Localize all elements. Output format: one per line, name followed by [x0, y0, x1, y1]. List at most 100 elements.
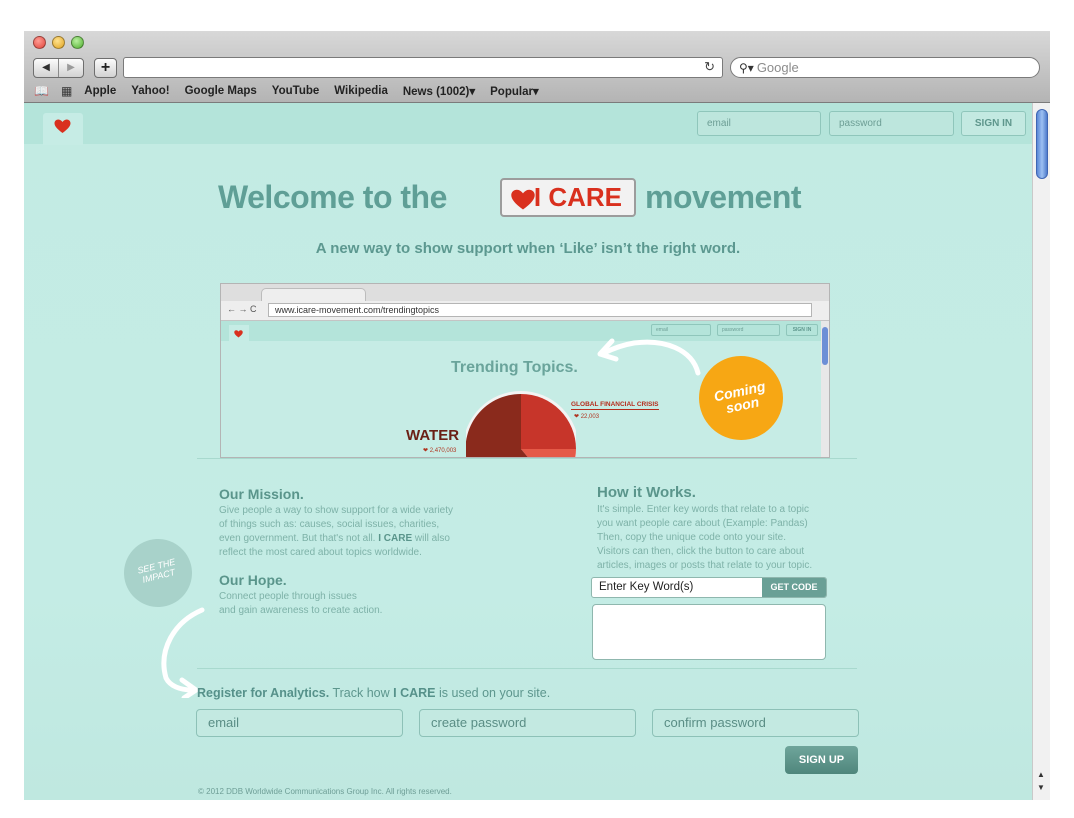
register-brand: I CARE: [393, 686, 436, 700]
preview-scroll-thumb: [822, 327, 828, 365]
hero-prefix: Welcome to the: [218, 179, 447, 215]
icare-logo-badge: I CARE: [500, 178, 636, 217]
register-text-pre: Track how: [332, 686, 390, 700]
pie-slice-gfc: [521, 394, 576, 449]
preview-url: www.icare-movement.com/trendingtopics: [268, 303, 812, 317]
hope-heading: Our Hope.: [219, 572, 287, 588]
mission-brand: I CARE: [378, 533, 413, 544]
how-line-4: Visitors can then, click the button to c…: [597, 546, 805, 557]
register-title: Register for Analytics.: [197, 686, 330, 700]
chart-label-gfc: GLOBAL FINANCIAL CRISIS: [571, 401, 659, 410]
pie-slice-other: [521, 449, 576, 457]
preview-nav-icons: ← → C: [227, 304, 257, 314]
footer-copyright: © 2012 DDB Worldwide Communications Grou…: [198, 787, 452, 796]
preview-header: email password SIGN IN: [221, 321, 821, 342]
trending-pie-chart: [466, 391, 576, 457]
bookmarks-bar: 📖 ▦ Apple Yahoo! Google Maps YouTube Wik…: [34, 83, 554, 99]
curved-arrow-icon: [161, 607, 205, 698]
bookmark-google-maps[interactable]: Google Maps: [185, 85, 257, 97]
site-logo[interactable]: [43, 113, 83, 145]
how-line-5: articles, images or posts that relate to…: [597, 560, 813, 571]
hope-line-2: and gain awareness to create action.: [219, 605, 383, 616]
forward-icon[interactable]: ▶: [58, 59, 83, 77]
scroll-down-icon[interactable]: ▼: [1037, 783, 1045, 792]
how-line-1: It's simple. Enter key words that relate…: [597, 504, 810, 515]
page-scrollbar[interactable]: ▲ ▼: [1032, 103, 1050, 800]
minimize-window-button[interactable]: [52, 36, 65, 49]
site-header: email password SIGN IN: [24, 103, 1032, 145]
preview-password: password: [717, 324, 780, 336]
header-email-input[interactable]: email: [697, 111, 821, 136]
bookmark-yahoo[interactable]: Yahoo!: [131, 85, 169, 97]
bookmark-youtube[interactable]: YouTube: [272, 85, 319, 97]
tagline: A new way to show support when ‘Like’ is…: [315, 240, 741, 257]
mission-text: Give people a way to show support for a …: [219, 504, 453, 560]
bookmark-wikipedia[interactable]: Wikipedia: [334, 85, 388, 97]
how-line-3: Then, copy the unique code onto your sit…: [597, 532, 787, 543]
keyword-input-value: Enter Key Word(s): [599, 581, 694, 593]
how-text: It's simple. Enter key words that relate…: [597, 503, 812, 573]
preview-title: Trending Topics.: [451, 359, 578, 376]
mission-line-3c: will also: [414, 533, 450, 544]
icare-brand-text: I CARE: [533, 182, 622, 212]
scrollbar-thumb[interactable]: [1036, 109, 1048, 179]
top-sites-grid-icon[interactable]: ▦: [61, 84, 72, 98]
chart-count-gfc: ❤ 22,003: [574, 414, 600, 420]
sign-up-button[interactable]: SIGN UP: [785, 746, 858, 774]
keyword-input[interactable]: Enter Key Word(s) GET CODE: [591, 577, 827, 598]
mission-line-3a: even government. But that's not all.: [219, 533, 376, 544]
web-page: email password SIGN IN Welcome to the mo…: [24, 103, 1032, 800]
heart-icon: [234, 330, 243, 338]
preview-logo: [229, 325, 249, 342]
sign-in-button[interactable]: SIGN IN: [961, 111, 1026, 136]
how-line-2: you want people care about (Example: Pan…: [597, 518, 808, 529]
bookmark-apple[interactable]: Apple: [84, 85, 116, 97]
hope-text: Connect people through issues and gain a…: [219, 590, 382, 618]
browser-window: ◀ ▶ + ↻ ⚲▾ Google 📖 ▦ Apple Yahoo! Google…: [24, 31, 1050, 800]
close-window-button[interactable]: [33, 36, 46, 49]
reload-icon[interactable]: ↻: [704, 59, 715, 75]
preview-tab: [261, 288, 366, 302]
browser-toolbar: ◀ ▶ + ↻ ⚲▾ Google 📖 ▦ Apple Yahoo! Google…: [24, 31, 1050, 103]
register-heading: Register for Analytics. Track how I CARE…: [197, 686, 550, 700]
preview-sign-in: SIGN IN: [786, 324, 818, 336]
water-count-value: 2,470,003: [429, 448, 457, 454]
gfc-count-value: 22,003: [580, 414, 600, 420]
search-placeholder: Google: [756, 60, 799, 75]
back-forward-buttons: ◀ ▶: [33, 58, 84, 78]
header-password-input[interactable]: password: [829, 111, 954, 136]
get-code-button[interactable]: GET CODE: [762, 578, 826, 597]
arrow-doodle-icon: [597, 338, 701, 376]
bookmark-news[interactable]: News (1002)▾: [403, 84, 475, 98]
zoom-window-button[interactable]: [71, 36, 84, 49]
new-tab-button[interactable]: +: [94, 58, 117, 78]
bookmark-popular[interactable]: Popular▾: [490, 84, 539, 98]
see-the-impact-badge[interactable]: SEE THE IMPACT: [116, 531, 200, 615]
mission-line-2: of things such as: causes, social issues…: [219, 519, 440, 530]
preview-toolbar: ← → C www.icare-movement.com/trendingtop…: [221, 301, 829, 321]
mission-heading: Our Mission.: [219, 486, 304, 502]
scroll-up-icon[interactable]: ▲: [1037, 770, 1045, 779]
address-bar[interactable]: ↻: [123, 57, 723, 78]
mission-line-4: reflect the most cared about topics worl…: [219, 547, 422, 558]
mission-line-1: Give people a way to show support for a …: [219, 505, 454, 516]
register-text-post: is used on your site.: [439, 686, 551, 700]
register-password-input[interactable]: create password: [419, 709, 636, 737]
how-heading: How it Works.: [597, 484, 696, 501]
chart-count-water: ❤ 2,470,003: [423, 448, 457, 454]
back-icon[interactable]: ◀: [34, 59, 58, 77]
chart-label-water: WATER: [406, 427, 460, 444]
heart-icon: [511, 189, 535, 210]
code-output-textarea[interactable]: [592, 604, 826, 660]
register-email-input[interactable]: email: [196, 709, 403, 737]
hope-line-1: Connect people through issues: [219, 591, 357, 602]
search-icon: ⚲▾: [739, 61, 754, 75]
register-confirm-password-input[interactable]: confirm password: [652, 709, 859, 737]
mission-line-3: even government. But that's not all. I C…: [219, 532, 453, 546]
bookmarks-book-icon[interactable]: 📖: [34, 84, 49, 98]
search-field[interactable]: ⚲▾ Google: [730, 57, 1040, 78]
section-divider: [197, 668, 857, 669]
heart-icon: [54, 119, 71, 133]
preview-scrollbar: [821, 321, 829, 457]
hero-suffix: movement: [645, 179, 802, 215]
